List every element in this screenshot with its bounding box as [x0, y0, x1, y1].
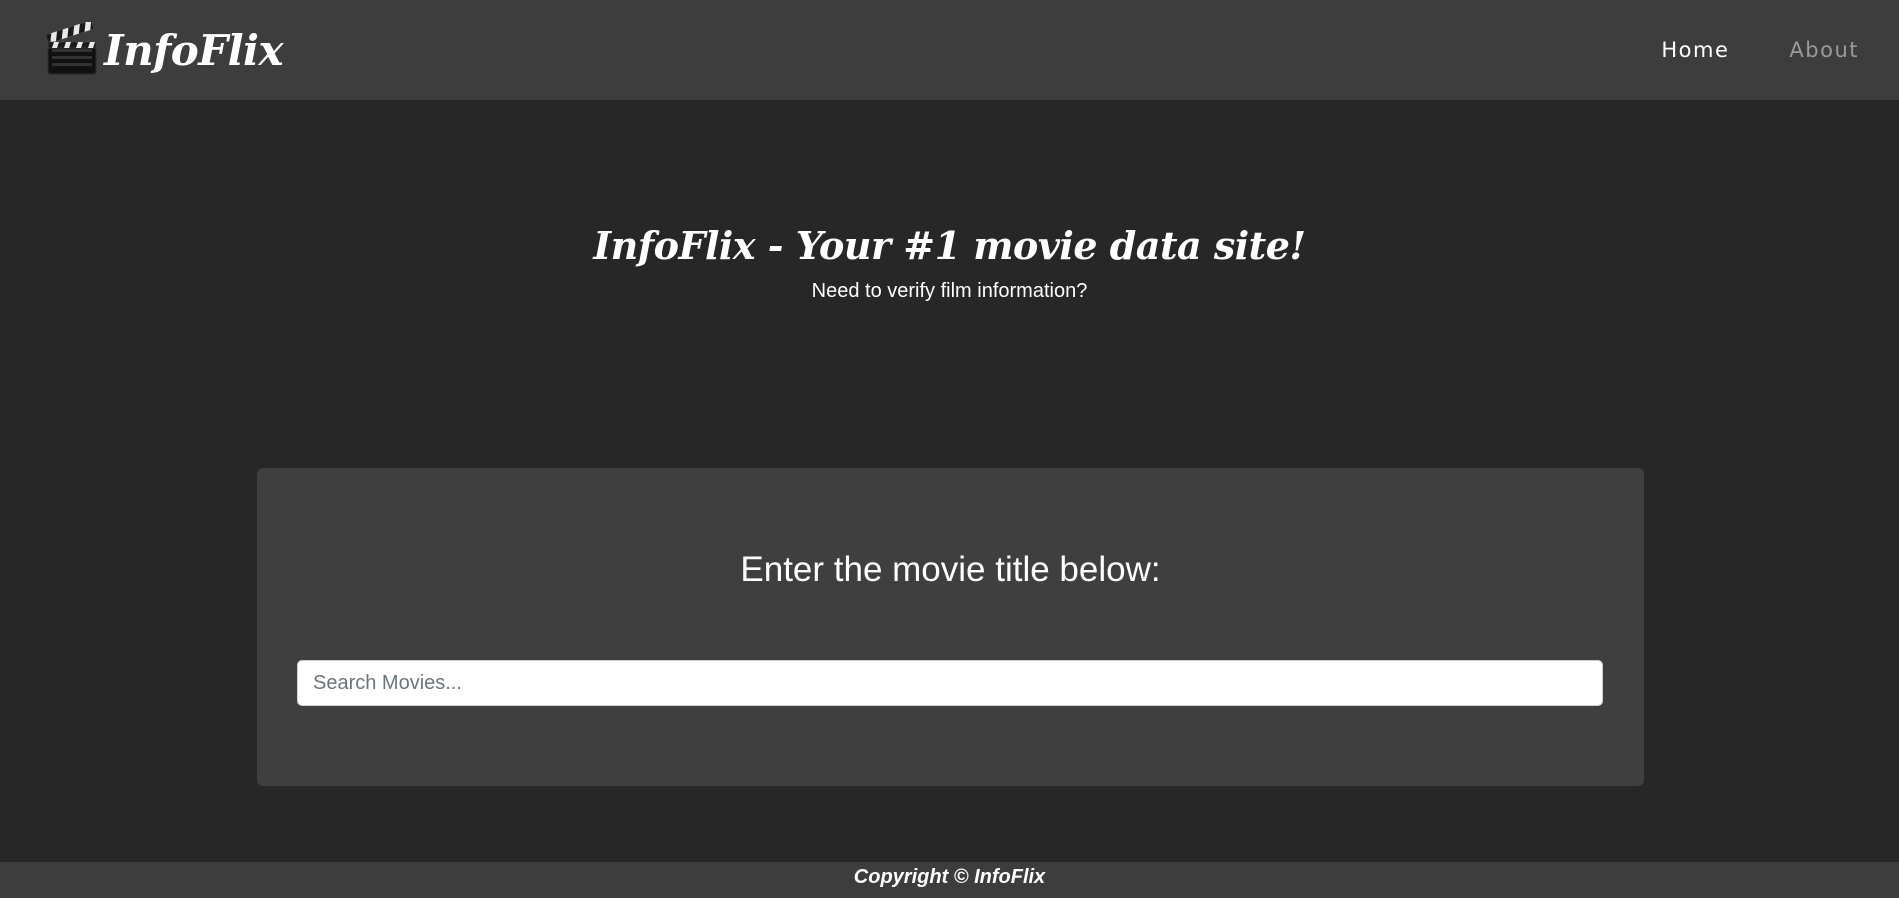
- brand-link[interactable]: InfoFlix: [44, 22, 284, 78]
- search-input[interactable]: [297, 660, 1603, 706]
- nav-link-home[interactable]: Home: [1661, 38, 1729, 62]
- clapperboard-icon: [45, 22, 97, 75]
- brand-name: InfoFlix: [104, 25, 284, 75]
- hero-subtitle: Need to verify film information?: [811, 280, 1088, 302]
- hero-title: InfoFlix - Your #1 movie data site!: [593, 223, 1306, 268]
- footer: Copyright © InfoFlix: [0, 862, 1899, 898]
- nav-links: Home About: [1661, 38, 1859, 62]
- navbar: InfoFlix Home About: [0, 0, 1899, 100]
- nav-link-about[interactable]: About: [1789, 38, 1859, 62]
- copyright-text: Copyright © InfoFlix: [853, 866, 1046, 888]
- search-card: Enter the movie title below:: [257, 468, 1644, 786]
- search-heading: Enter the movie title below:: [740, 550, 1161, 589]
